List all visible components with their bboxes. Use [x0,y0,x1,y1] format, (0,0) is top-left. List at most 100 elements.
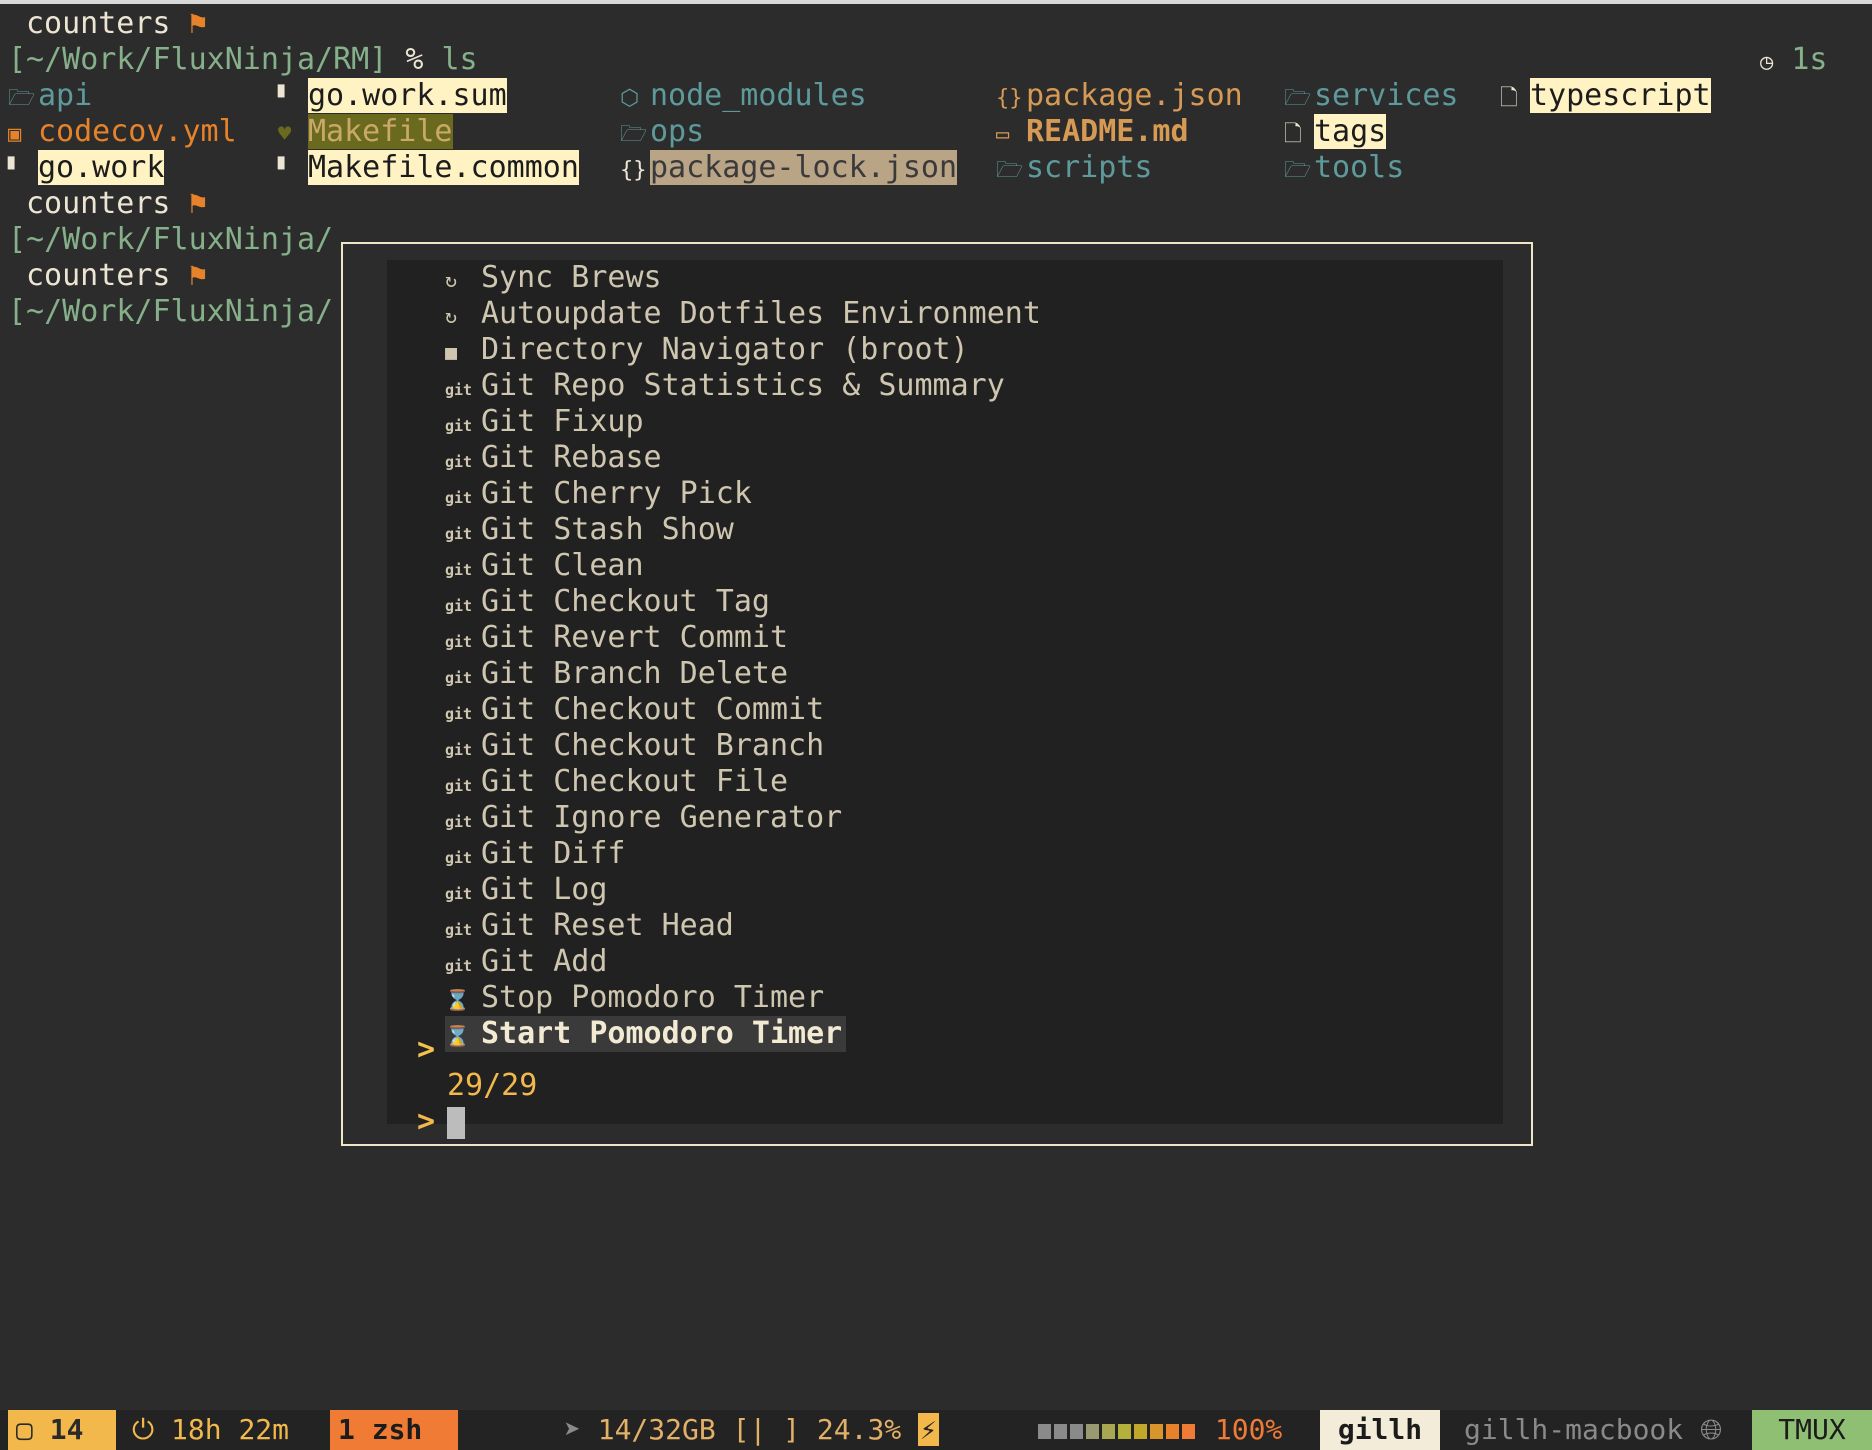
refresh-icon: ↻ [445,268,458,292]
prompt-symbol: % [405,42,424,77]
ls-entry-typescript: 🗋 typescript [1500,78,1711,114]
hourglass-icon: ⌛ [445,1024,470,1048]
palette-item[interactable]: ⌛ Start Pomodoro Timer [445,1016,847,1052]
refresh-icon: ↻ [445,304,458,328]
palette-item[interactable]: git Git Repo Statistics & Summary [445,368,1005,404]
git-icon: git [445,921,473,939]
palette-item-label: Git Ignore Generator [481,800,843,835]
json-icon: {} [996,86,1023,111]
prompt-header-2: counters ⚑ [26,186,207,221]
text-cursor [447,1106,466,1139]
ls-entry-ops: 🗁ops [620,114,704,150]
palette-item-label: Git Clean [481,548,644,583]
palette-item-label: Git Diff [481,836,626,871]
user-segment: gillh [1320,1410,1440,1450]
file-icon: ▘ [278,86,292,111]
palette-item[interactable]: ⌛ Stop Pomodoro Timer [445,980,824,1016]
battery-cell [1166,1423,1179,1439]
palette-item[interactable]: git Git Branch Delete [445,656,788,692]
ls-entry-codecov: ▣ codecov.yml [8,114,237,150]
folder-icon: 🗁 [996,158,1024,183]
folder-icon: 🗁 [620,122,648,147]
palette-item-label: Autoupdate Dotfiles Environment [481,296,1041,331]
file-icon: 🗋 [1500,86,1518,111]
git-icon: git [445,453,473,471]
palette-item[interactable]: git Git Reset Head [445,908,734,944]
palette-item-label: Sync Brews [481,260,662,295]
palette-item[interactable]: ■ Directory Navigator (broot) [445,332,969,368]
hourglass-icon: ⌛ [445,988,470,1012]
node-icon: ⬡ [620,86,640,111]
palette-item[interactable]: git Git Checkout File [445,764,788,800]
yaml-icon: ▣ [8,122,22,147]
git-icon: git [445,633,473,651]
battery-level-bar [1038,1413,1198,1446]
ls-entry-readme: ▭ README.md [996,114,1189,150]
palette-item[interactable]: git Git Diff [445,836,626,872]
prompt-path-2: [~/Work/FluxNinja/ [8,222,334,257]
palette-item-label: Directory Navigator (broot) [481,332,969,367]
palette-item[interactable]: ↻ Autoupdate Dotfiles Environment [445,296,1041,332]
palette-item[interactable]: git Git Add [445,944,607,980]
palette-item[interactable]: git Git Rebase [445,440,662,476]
prompt-header-1: counters ⚑ [26,6,207,42]
git-icon: git [445,741,473,759]
palette-item-label: Git Checkout Branch [481,728,825,763]
git-icon: git [445,885,473,903]
palette-item-label: Git Checkout File [481,764,789,799]
makefile-icon: ♥ [278,122,292,147]
ls-entry-api: 🗁api [8,78,92,114]
ls-entry-node-modules: ⬡ node_modules [620,78,867,114]
battery-cell [1150,1423,1163,1439]
palette-item[interactable]: git Git Fixup [445,404,644,440]
git-icon: git [445,561,473,579]
git-icon: git [445,957,473,975]
flag-icon: ⚑ [188,6,207,41]
palette-item-label: Start Pomodoro Timer [481,1016,843,1051]
palette-item[interactable]: git Git Log [445,872,607,908]
battery-cell [1182,1423,1195,1439]
file-icon: 🗋 [1284,122,1302,147]
tmux-status-bar: ▢ 14 ⏻ 18h 22m 1 zsh ➤ 14/32GB [| ] 24.3… [0,1410,1872,1450]
uptime-segment: ⏻ 18h 22m [132,1413,290,1446]
palette-item[interactable]: git Git Checkout Commit [445,692,824,728]
window-top-border [0,0,1872,4]
palette-item[interactable]: git Git Clean [445,548,644,584]
git-icon: git [445,597,473,615]
palette-item-label: Git Stash Show [481,512,734,547]
battery-cell [1102,1423,1115,1439]
globe-icon: 🌐︎ [1700,1413,1723,1446]
git-icon: git [445,381,473,399]
palette-item-label: Stop Pomodoro Timer [481,980,825,1015]
prompt-path-3: [~/Work/FluxNinja/ [8,294,334,329]
window-icon: ▢ [16,1413,33,1446]
palette-item[interactable]: git Git Ignore Generator [445,800,842,836]
match-count: 29/29 [447,1068,538,1103]
window-tab-zsh[interactable]: 1 zsh [330,1410,458,1450]
query-input[interactable]: > [417,1104,466,1140]
markdown-icon: ▭ [996,122,1010,147]
prompt-command: ls [441,42,478,77]
git-icon: git [445,669,473,687]
palette-item[interactable]: git Git Checkout Branch [445,728,824,764]
ls-entry-scripts: 🗁scripts [996,150,1152,186]
query-prompt-symbol: > [417,1104,436,1139]
palette-item[interactable]: git Git Checkout Tag [445,584,770,620]
palette-item[interactable]: git Git Revert Commit [445,620,788,656]
palette-item[interactable]: git Git Cherry Pick [445,476,752,512]
command-palette: ↻ Sync Brews ↻ Autoupdate Dotfiles Environm… [341,242,1533,1146]
git-icon: git [445,813,473,831]
battery-charging-icon: ⚡ [918,1413,939,1446]
header-word: counters [26,6,171,41]
resource-segment: ➤ 14/32GB [| ] 24.3% ⚡ [564,1413,939,1446]
prompt-path: [~/Work/FluxNinja/RM] [8,42,388,77]
prompt-line-1: [~/Work/FluxNinja/RM] % ls [8,42,478,78]
palette-item-label: Git Rebase [481,440,662,475]
folder-icon: 🗁 [1284,86,1312,111]
ls-entry-tools: 🗁tools [1284,150,1404,186]
palette-item[interactable]: git Git Stash Show [445,512,734,548]
battery-cell [1086,1423,1099,1439]
folder-icon: ■ [445,340,458,364]
palette-item-label: Git Branch Delete [481,656,789,691]
palette-item[interactable]: ↻ Sync Brews [445,260,662,296]
